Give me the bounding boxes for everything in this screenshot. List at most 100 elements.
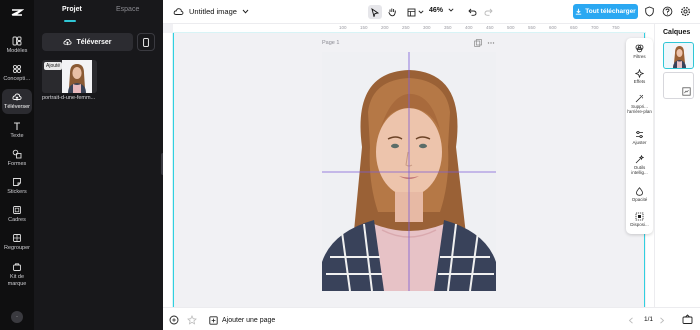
ruler-tick: 250 xyxy=(402,25,410,30)
rail-item-templates[interactable]: Modèles xyxy=(2,36,32,55)
background-layer-icon xyxy=(682,87,691,96)
cursor-icon xyxy=(371,7,379,17)
ruler-tick: 200 xyxy=(381,25,389,30)
smart-tools-icon xyxy=(635,155,644,164)
add-page-label: Ajouter une page xyxy=(222,317,276,324)
resize-tool-button[interactable] xyxy=(404,5,418,19)
ruler-tick: 300 xyxy=(423,25,431,30)
zoom-level[interactable]: 46% xyxy=(429,7,454,14)
rail-item-brand-kit[interactable]: Kit de marque xyxy=(2,262,32,287)
redo-icon xyxy=(484,8,493,16)
phone-icon xyxy=(143,37,149,47)
document-title[interactable]: Untitled image xyxy=(189,7,249,16)
rail-item-label: Kit de marque xyxy=(7,274,27,287)
duplicate-page-icon[interactable] xyxy=(474,39,482,47)
more-options-icon[interactable] xyxy=(487,39,495,47)
download-icon xyxy=(576,8,582,15)
bottom-bar: Ajouter une page 1/1 xyxy=(163,307,700,330)
arrange-button[interactable]: Disposi... xyxy=(626,212,653,227)
capcut-logo[interactable] xyxy=(10,6,25,20)
chevron-right-icon[interactable] xyxy=(659,317,665,324)
sticker-icon xyxy=(13,178,21,186)
rail-item-shapes[interactable]: Formes xyxy=(2,149,32,168)
effects-icon xyxy=(635,69,644,78)
notes-icon[interactable] xyxy=(169,315,179,325)
rail-item-group[interactable]: Regrouper xyxy=(2,233,32,252)
hand-tool-button[interactable] xyxy=(385,5,399,19)
effects-button[interactable]: Effets xyxy=(626,69,653,84)
remove-background-button[interactable]: Suppri... l'arrière-plan xyxy=(626,94,653,114)
download-all-label: Tout télécharger xyxy=(585,8,636,15)
guide-line xyxy=(173,33,174,307)
assets-panel: Projet Espace Téléverser Ajouté portrait… xyxy=(34,0,165,330)
adjust-button[interactable]: Ajuster xyxy=(626,130,653,145)
tab-space[interactable]: Espace xyxy=(116,6,139,13)
mobile-upload-button[interactable] xyxy=(137,33,155,51)
resize-icon xyxy=(407,8,415,16)
editor-canvas[interactable]: 100 150 200 250 300 350 400 450 500 550 … xyxy=(163,24,646,307)
rail-item-label: Modèles xyxy=(6,48,28,54)
group-icon xyxy=(13,234,21,242)
ruler-tick: 600 xyxy=(549,25,557,30)
present-icon[interactable] xyxy=(682,314,693,325)
opacity-button[interactable]: Opacité xyxy=(626,187,653,202)
add-page-button[interactable]: Ajouter une page xyxy=(209,316,275,325)
rail-item-frames[interactable]: Cadres xyxy=(2,205,32,224)
chevron-down-icon xyxy=(242,9,249,14)
layer-background[interactable] xyxy=(663,72,694,99)
adjust-icon xyxy=(636,130,643,139)
select-tool-button[interactable] xyxy=(368,5,382,19)
rail-item-stickers[interactable]: Stickers xyxy=(2,177,32,196)
chevron-left-icon[interactable] xyxy=(628,317,634,324)
horizontal-ruler: 100 150 200 250 300 350 400 450 500 550 … xyxy=(173,24,646,33)
help-icon[interactable] xyxy=(662,6,673,17)
rail-item-label: Concepti… xyxy=(3,76,31,82)
shield-icon[interactable] xyxy=(644,6,655,17)
tool-label: Effets xyxy=(633,79,646,84)
chevron-down-icon xyxy=(418,10,424,14)
gear-icon[interactable] xyxy=(680,6,691,17)
left-rail: Modèles Concepti… Téléverser Texte Forme… xyxy=(0,0,34,330)
tool-label: Ajuster xyxy=(632,140,647,145)
document-title-text: Untitled image xyxy=(189,7,237,16)
page-counter: 1/1 xyxy=(644,316,654,323)
ruler-tick: 750 xyxy=(612,25,620,30)
shapes-icon xyxy=(12,149,22,159)
rail-item-text[interactable]: Texte xyxy=(2,121,32,140)
smart-tools-button[interactable]: Outils intellig... xyxy=(626,155,653,175)
asset-thumbnail[interactable]: Ajouté xyxy=(42,60,97,93)
layer-photo[interactable] xyxy=(663,42,694,69)
canvas-photo[interactable] xyxy=(322,52,496,291)
hand-icon xyxy=(387,8,396,17)
upload-button[interactable]: Téléverser xyxy=(42,33,133,51)
vertical-ruler xyxy=(163,33,173,307)
rail-item-label: Cadres xyxy=(8,217,26,223)
top-toolbar: Untitled image 46% Tout télécharger xyxy=(163,0,700,24)
tab-active-indicator xyxy=(64,20,76,22)
rail-item-design[interactable]: Concepti… xyxy=(2,64,32,83)
user-avatar[interactable]: · xyxy=(11,311,23,323)
undo-button[interactable] xyxy=(465,5,479,19)
tool-label: Outils intellig... xyxy=(631,165,648,175)
filters-button[interactable]: Filtres xyxy=(626,44,653,59)
redo-button[interactable] xyxy=(481,5,495,19)
ruler-tick: 100 xyxy=(339,25,347,30)
ruler-tick: 400 xyxy=(465,25,473,30)
tab-project[interactable]: Projet xyxy=(62,6,82,13)
image-tools-palette: Filtres Effets Suppri... l'arrière-plan … xyxy=(626,38,653,234)
tool-label: Disposi... xyxy=(630,222,649,227)
layer-photo-thumbnail xyxy=(672,45,687,68)
tool-label: Suppri... l'arrière-plan xyxy=(627,104,652,114)
page-label: Page 1 xyxy=(322,40,340,46)
rail-item-label: Téléverser xyxy=(4,104,30,110)
templates-icon xyxy=(12,36,22,46)
frame-icon xyxy=(13,206,21,214)
download-all-button[interactable]: Tout télécharger xyxy=(573,4,638,19)
rail-item-upload[interactable]: Téléverser xyxy=(2,89,32,114)
rail-item-label: Formes xyxy=(7,161,27,167)
opacity-icon xyxy=(636,187,643,196)
star-icon[interactable] xyxy=(187,315,197,325)
arrange-icon xyxy=(635,212,644,221)
upload-cloud-icon xyxy=(12,93,22,101)
asset-filename: portrait-d-une-femm... xyxy=(42,95,96,101)
